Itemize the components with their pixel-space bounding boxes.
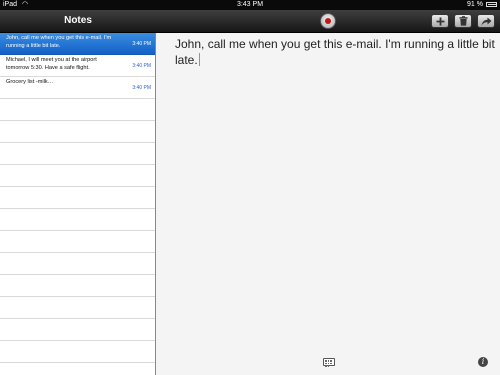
trash-icon (459, 16, 467, 26)
status-bar: iPad ◠ 3:43 PM 91 % (0, 0, 500, 10)
delete-note-button[interactable] (454, 14, 472, 28)
text-caret (198, 52, 201, 66)
note-time: 3:40 PM (132, 63, 151, 69)
share-icon (481, 17, 491, 25)
note-time: 3:40 PM (132, 41, 151, 47)
share-note-button[interactable] (477, 14, 495, 28)
add-icon (436, 17, 444, 25)
list-item[interactable]: Grocery list -milk… 3:40 PM (0, 77, 155, 99)
note-body[interactable]: John, call me when you get this e-mail. … (175, 37, 497, 68)
battery-percentage: 91 % (467, 1, 483, 8)
notes-list[interactable]: John, call me when you get this e-mail. … (0, 33, 156, 375)
note-preview: Grocery list -milk… (6, 79, 54, 85)
keyboard-icon[interactable] (323, 358, 335, 367)
note-time: 3:40 PM (132, 85, 151, 91)
notes-title: Notes (64, 15, 92, 26)
ipad-screen: iPad ◠ 3:43 PM 91 % Notes John, call me … (0, 0, 500, 375)
note-preview: Michael, I will meet you at the airport … (6, 57, 97, 71)
battery-icon (486, 2, 497, 7)
add-note-button[interactable] (431, 14, 449, 28)
list-item[interactable]: John, call me when you get this e-mail. … (0, 33, 155, 55)
info-icon[interactable]: i (478, 357, 488, 367)
note-editor[interactable]: John, call me when you get this e-mail. … (156, 33, 500, 375)
note-body-text: John, call me when you get this e-mail. … (175, 37, 495, 67)
clock: 3:43 PM (236, 1, 264, 8)
note-preview: John, call me when you get this e-mail. … (6, 35, 112, 49)
list-item[interactable]: Michael, I will meet you at the airport … (0, 55, 155, 77)
record-icon[interactable] (320, 13, 336, 29)
